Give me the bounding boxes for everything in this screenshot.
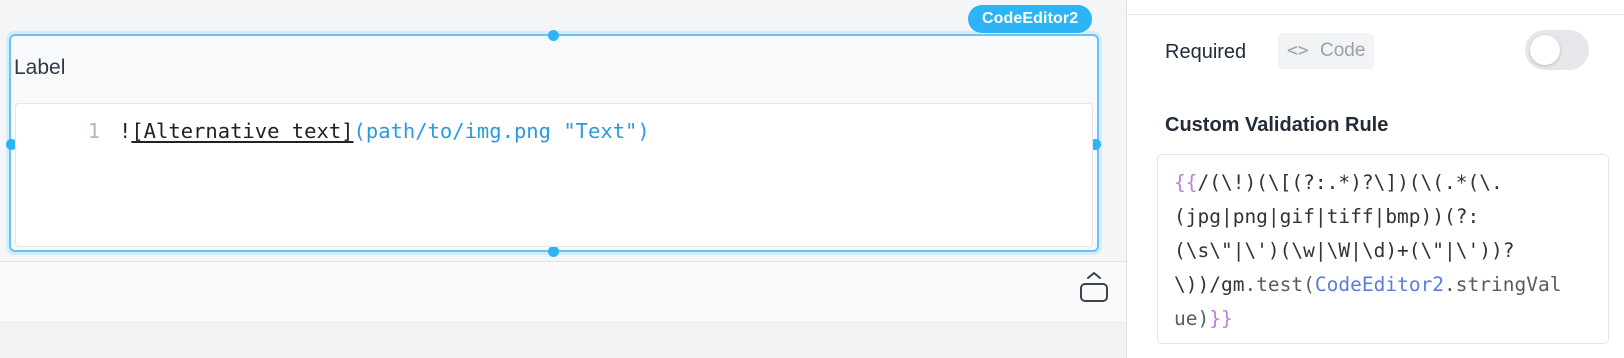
expand-collapse-icon[interactable] bbox=[1076, 270, 1112, 306]
code-button-label: Code bbox=[1320, 40, 1366, 61]
code-alt-text: [Alternative text] bbox=[131, 119, 354, 143]
resize-handle-top[interactable] bbox=[548, 30, 559, 41]
template-open-brace: {{ bbox=[1174, 171, 1198, 194]
regex-line-3: (\s\"|\')(\w|\W|\d)+(\"|\'))? bbox=[1174, 239, 1515, 262]
properties-panel: Required <> Code Custom Validation Rule … bbox=[1126, 0, 1624, 358]
code-line[interactable]: ![Alternative text](path/to/img.png "Tex… bbox=[119, 119, 650, 143]
template-close-brace: }} bbox=[1209, 307, 1233, 330]
canvas-bottom-strip bbox=[0, 323, 1126, 358]
required-toggle[interactable] bbox=[1525, 30, 1589, 70]
regex-line-1: /(\!)(\[(?:.*)?\])(\(.*(\. bbox=[1197, 171, 1503, 194]
resize-handle-bottom[interactable] bbox=[548, 246, 559, 257]
code-bang: ! bbox=[119, 119, 132, 143]
widget-name-tag[interactable]: CodeEditor2 bbox=[968, 5, 1093, 33]
validation-rule-label: Custom Validation Rule bbox=[1165, 114, 1389, 136]
canvas-top-strip bbox=[0, 0, 1126, 34]
widget-reference: CodeEditor2 bbox=[1314, 273, 1445, 296]
string-value-prop-end: ue) bbox=[1174, 307, 1210, 330]
test-method: .test( bbox=[1244, 273, 1315, 296]
regex-line-2: (jpg|png|gif|tiff|bmp))(?: bbox=[1174, 205, 1480, 228]
string-value-prop: .stringVal bbox=[1444, 273, 1562, 296]
panel-divider bbox=[1127, 14, 1624, 15]
code-toggle-button[interactable]: <> Code bbox=[1278, 33, 1374, 69]
code-brackets-icon: <> bbox=[1287, 40, 1309, 61]
toggle-knob bbox=[1530, 35, 1560, 65]
field-label: Label bbox=[14, 56, 66, 79]
canvas-bottom-bar bbox=[0, 261, 1126, 323]
regex-line-4: \))/gm bbox=[1174, 273, 1245, 296]
line-number: 1 bbox=[87, 119, 100, 143]
required-label: Required bbox=[1165, 41, 1247, 63]
code-url: (path/to/img.png "Text") bbox=[353, 119, 650, 143]
canvas-area: CodeEditor2 Label 1 ![Alternative text](… bbox=[0, 0, 1126, 358]
validation-rule-code[interactable]: {{/(\!)(\[(?:.*)?\])(\(.*(\. (jpg|png|gi… bbox=[1174, 166, 1604, 336]
